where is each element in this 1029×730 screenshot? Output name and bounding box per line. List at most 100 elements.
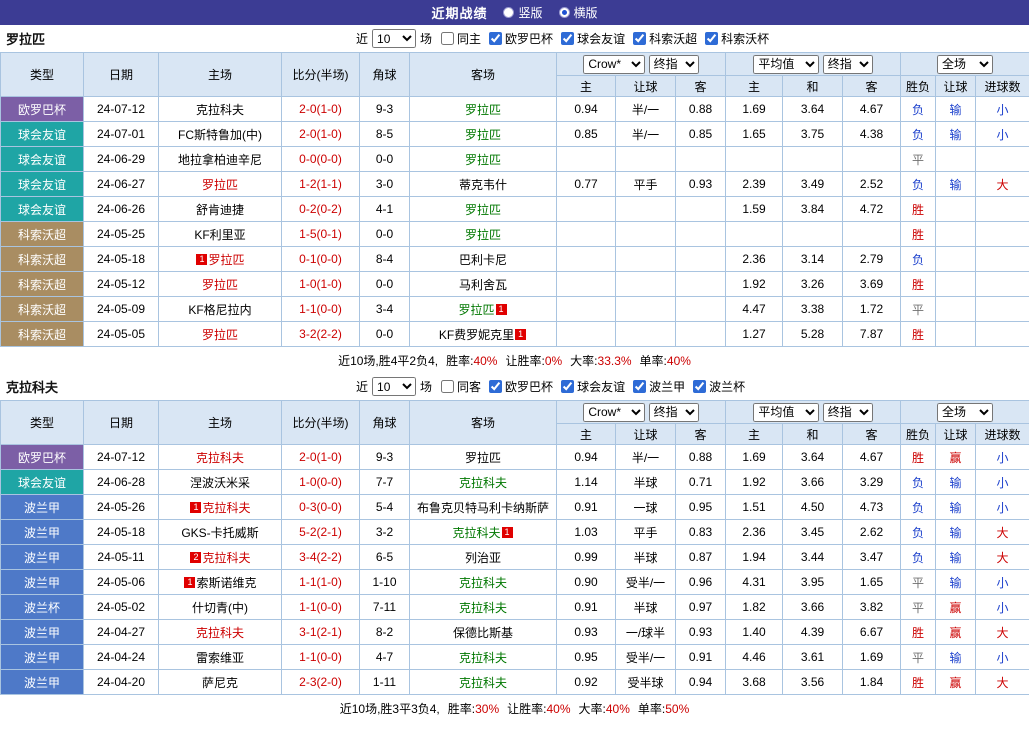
home-team[interactable]: 克拉科夫 — [159, 620, 282, 645]
euro-stage-select[interactable]: 终指 — [823, 403, 873, 422]
away-team[interactable]: 蒂克韦什 — [410, 172, 557, 197]
home-team[interactable]: FC斯特鲁加(中) — [159, 122, 282, 147]
competition-checkbox[interactable] — [561, 380, 574, 393]
home-team[interactable]: 罗拉匹 — [159, 272, 282, 297]
same-venue-checkbox[interactable] — [441, 380, 454, 393]
home-team[interactable]: 1罗拉匹 — [159, 247, 282, 272]
away-team[interactable]: 列治亚 — [410, 545, 557, 570]
competition-badge[interactable]: 波兰甲 — [1, 545, 84, 570]
competition-badge[interactable]: 球会友谊 — [1, 147, 84, 172]
competition-badge[interactable]: 球会友谊 — [1, 172, 84, 197]
competition-badge[interactable]: 欧罗巴杯 — [1, 97, 84, 122]
euro-company-select[interactable]: 平均值 — [753, 55, 819, 74]
odds-company-select[interactable]: Crow* — [583, 55, 645, 74]
away-team[interactable]: KF费罗妮克里1 — [410, 322, 557, 347]
match-score[interactable]: 2-0(1-0) — [282, 97, 360, 122]
competition-badge[interactable]: 波兰甲 — [1, 620, 84, 645]
competition-badge[interactable]: 科索沃超 — [1, 322, 84, 347]
competition-badge[interactable]: 球会友谊 — [1, 470, 84, 495]
away-team[interactable]: 罗拉匹 — [410, 197, 557, 222]
home-team[interactable]: 罗拉匹 — [159, 322, 282, 347]
competition-badge[interactable]: 波兰杯 — [1, 595, 84, 620]
competition-badge[interactable]: 波兰甲 — [1, 645, 84, 670]
scope-select[interactable]: 全场 — [937, 55, 993, 74]
competition-checkbox[interactable] — [489, 380, 502, 393]
home-team[interactable]: 什切青(中) — [159, 595, 282, 620]
away-team[interactable]: 保德比斯基 — [410, 620, 557, 645]
odds-company-select[interactable]: Crow* — [583, 403, 645, 422]
same-venue-filter[interactable]: 同客 — [441, 378, 481, 395]
home-team[interactable]: 涅波沃米采 — [159, 470, 282, 495]
competition-filter[interactable]: 科索沃超 — [633, 30, 697, 47]
match-score[interactable]: 0-0(0-0) — [282, 147, 360, 172]
match-score[interactable]: 0-2(0-2) — [282, 197, 360, 222]
home-team[interactable]: KF利里亚 — [159, 222, 282, 247]
competition-checkbox[interactable] — [561, 32, 574, 45]
away-team[interactable]: 罗拉匹 — [410, 97, 557, 122]
away-team[interactable]: 巴利卡尼 — [410, 247, 557, 272]
match-count-select[interactable]: 10 — [372, 29, 416, 48]
home-team[interactable]: KF格尼拉内 — [159, 297, 282, 322]
match-score[interactable]: 3-4(2-2) — [282, 545, 360, 570]
competition-badge[interactable]: 科索沃超 — [1, 297, 84, 322]
competition-badge[interactable]: 科索沃超 — [1, 247, 84, 272]
competition-badge[interactable]: 波兰甲 — [1, 495, 84, 520]
away-team[interactable]: 罗拉匹 — [410, 122, 557, 147]
home-team[interactable]: 萨尼克 — [159, 670, 282, 695]
competition-filter[interactable]: 球会友谊 — [561, 30, 625, 47]
away-team[interactable]: 罗拉匹 — [410, 222, 557, 247]
match-score[interactable]: 1-1(0-0) — [282, 297, 360, 322]
competition-checkbox[interactable] — [633, 32, 646, 45]
same-venue-filter[interactable]: 同主 — [441, 30, 481, 47]
layout-option-horizontal[interactable]: 横版 — [559, 4, 598, 21]
match-score[interactable]: 1-2(1-1) — [282, 172, 360, 197]
away-team[interactable]: 克拉科夫1 — [410, 520, 557, 545]
competition-filter[interactable]: 波兰甲 — [633, 378, 685, 395]
home-team[interactable]: GKS-卡托威斯 — [159, 520, 282, 545]
match-score[interactable]: 0-3(0-0) — [282, 495, 360, 520]
competition-badge[interactable]: 球会友谊 — [1, 122, 84, 147]
competition-badge[interactable]: 科索沃超 — [1, 272, 84, 297]
competition-filter[interactable]: 欧罗巴杯 — [489, 30, 553, 47]
odds-stage-select[interactable]: 终指 — [649, 55, 699, 74]
match-score[interactable]: 3-2(2-2) — [282, 322, 360, 347]
match-score[interactable]: 3-1(2-1) — [282, 620, 360, 645]
euro-stage-select[interactable]: 终指 — [823, 55, 873, 74]
home-team[interactable]: 罗拉匹 — [159, 172, 282, 197]
away-team[interactable]: 克拉科夫 — [410, 595, 557, 620]
away-team[interactable]: 罗拉匹1 — [410, 297, 557, 322]
match-score[interactable]: 2-0(1-0) — [282, 445, 360, 470]
competition-filter[interactable]: 球会友谊 — [561, 378, 625, 395]
competition-badge[interactable]: 球会友谊 — [1, 197, 84, 222]
match-score[interactable]: 2-0(1-0) — [282, 122, 360, 147]
match-score[interactable]: 1-5(0-1) — [282, 222, 360, 247]
same-venue-checkbox[interactable] — [441, 32, 454, 45]
match-score[interactable]: 2-3(2-0) — [282, 670, 360, 695]
away-team[interactable]: 克拉科夫 — [410, 470, 557, 495]
home-team[interactable]: 克拉科夫 — [159, 445, 282, 470]
competition-filter[interactable]: 科索沃杯 — [705, 30, 769, 47]
home-team[interactable]: 1克拉科夫 — [159, 495, 282, 520]
layout-option-vertical[interactable]: 竖版 — [503, 4, 542, 21]
away-team[interactable]: 罗拉匹 — [410, 445, 557, 470]
competition-badge[interactable]: 欧罗巴杯 — [1, 445, 84, 470]
match-score[interactable]: 0-1(0-0) — [282, 247, 360, 272]
competition-checkbox[interactable] — [633, 380, 646, 393]
home-team[interactable]: 2克拉科夫 — [159, 545, 282, 570]
match-score[interactable]: 1-1(0-0) — [282, 645, 360, 670]
competition-checkbox[interactable] — [705, 32, 718, 45]
competition-filter[interactable]: 波兰杯 — [693, 378, 745, 395]
match-score[interactable]: 1-0(0-0) — [282, 470, 360, 495]
match-count-select[interactable]: 10 — [372, 377, 416, 396]
match-score[interactable]: 1-0(1-0) — [282, 272, 360, 297]
home-team[interactable]: 1索斯诺维克 — [159, 570, 282, 595]
away-team[interactable]: 克拉科夫 — [410, 570, 557, 595]
competition-checkbox[interactable] — [489, 32, 502, 45]
home-team[interactable]: 地拉拿柏迪辛尼 — [159, 147, 282, 172]
match-score[interactable]: 1-1(0-0) — [282, 595, 360, 620]
match-score[interactable]: 1-1(1-0) — [282, 570, 360, 595]
away-team[interactable]: 克拉科夫 — [410, 670, 557, 695]
scope-select[interactable]: 全场 — [937, 403, 993, 422]
euro-company-select[interactable]: 平均值 — [753, 403, 819, 422]
away-team[interactable]: 布鲁克贝特马利卡纳斯萨 — [410, 495, 557, 520]
